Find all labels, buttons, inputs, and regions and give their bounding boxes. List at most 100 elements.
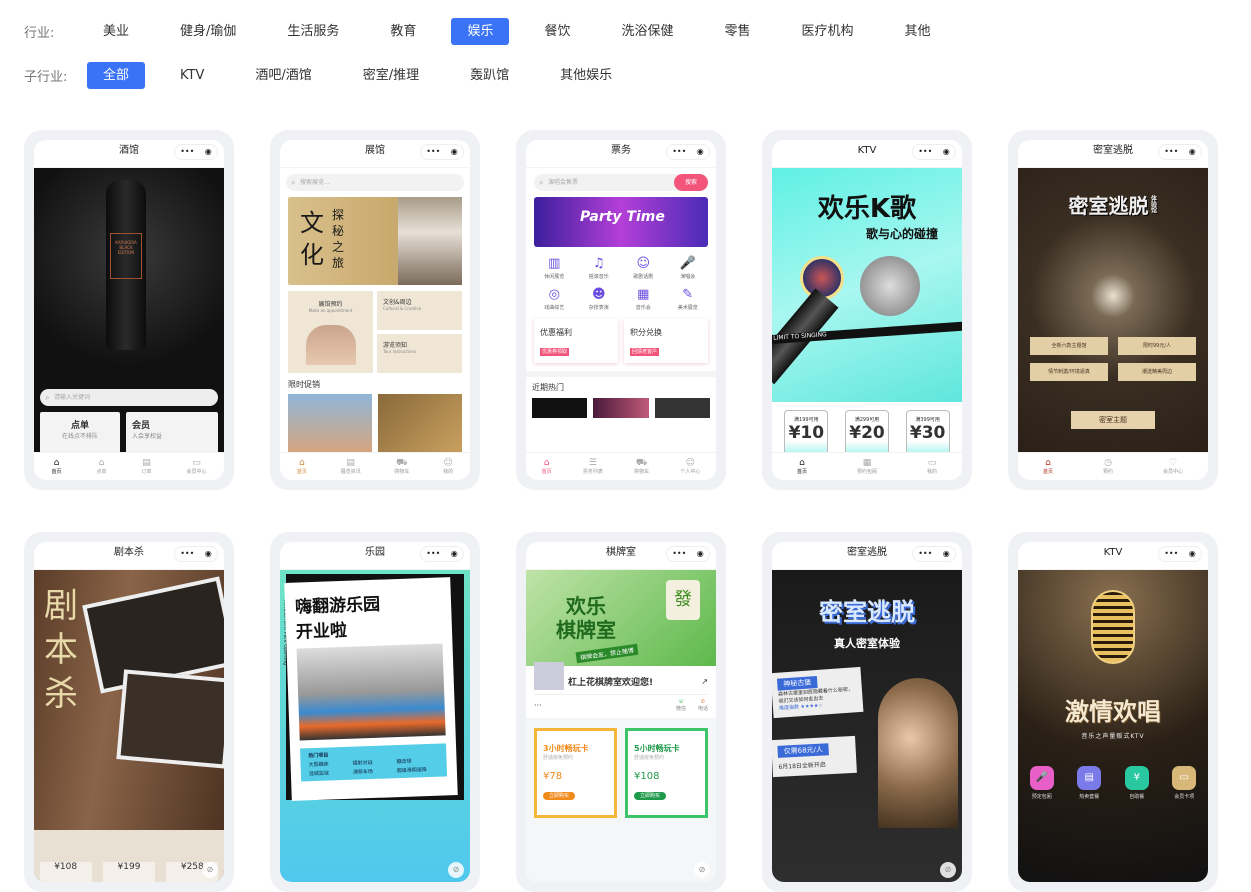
category-label: 美术展览 [677, 305, 698, 311]
service-item[interactable]: 🎤 预定包厢 [1018, 766, 1066, 800]
search-input[interactable]: 演唱会售票 搜索 [534, 174, 708, 191]
tab-label: 首页 [1042, 469, 1053, 475]
tab-item[interactable]: ▤ 展览资讯 [341, 458, 361, 475]
service-item[interactable]: ▤ 热卖套餐 [1066, 766, 1114, 800]
tab-item[interactable]: ⌂ 首页 [51, 458, 61, 475]
pass-card-5h[interactable]: 5小时畅玩卡 舒适房免预约 ¥108 立即购买 [625, 728, 708, 818]
sub-industry-option[interactable]: 轰趴馆 [454, 62, 525, 89]
sub-industry-option[interactable]: KTV [164, 62, 220, 89]
order-tile[interactable]: 点单 在线点不排队 [40, 412, 120, 452]
tab-item[interactable]: ⌂ 首页 [1043, 458, 1053, 475]
industry-option[interactable]: 美业 [87, 18, 145, 45]
appointment-tile[interactable]: 展馆预约 Make an appointment [288, 291, 373, 373]
category-item[interactable]: ☻ 杂技表演 [577, 286, 622, 311]
coupon[interactable]: 满199可用 ¥10 [784, 410, 829, 452]
service-item[interactable]: ▭ 会员卡项 [1161, 766, 1209, 800]
industry-option[interactable]: 医疗机构 [786, 18, 870, 45]
category-item[interactable]: ▦ 音乐会 [621, 286, 666, 311]
sub-industry-option[interactable]: 其他娱乐 [544, 62, 628, 89]
category-item[interactable]: ☺ 歌剧话剧 [621, 255, 666, 280]
share-icon[interactable]: ↗ [701, 677, 708, 686]
sub-industry-option[interactable]: 全部 [87, 62, 146, 89]
phone-header: 密室逃脱 ••• ◉ [772, 542, 962, 570]
tab-item[interactable]: ▦ 预约包厢 [857, 458, 877, 475]
share-icon[interactable]: ⊘ [694, 862, 710, 878]
pass-card-3h[interactable]: 3小时畅玩卡 舒适房免预约 ¥78 立即购买 [534, 728, 617, 818]
phone-preview: KTV•••◉ 欢乐K歌 歌与心的碰撞 NO LIMIT TO SINGING … [772, 140, 962, 480]
industry-option[interactable]: 健身/瑜伽 [164, 18, 252, 45]
search-button[interactable]: 搜索 [674, 174, 708, 191]
tab-item[interactable]: ♡ 会员中心 [1163, 458, 1183, 475]
share-icon[interactable]: ⊘ [940, 862, 956, 878]
tab-item[interactable]: ▭ 我的 [927, 458, 937, 475]
sub-industry-option[interactable]: 酒吧/酒馆 [239, 62, 327, 89]
template-card-amusement-park[interactable]: 乐园 ••• ◉ Amusement Park Opening 嗨翻游乐园 开业啦 … [270, 532, 480, 892]
industry-option[interactable]: 教育 [374, 18, 432, 45]
price-ticket[interactable]: ¥108 [39, 862, 92, 882]
industry-option[interactable]: 餐饮 [528, 18, 586, 45]
template-card-bar[interactable]: 酒馆•••◉ KARUKERA BLACK EDITION 请输入关键词 点单在… [24, 130, 234, 490]
tab-item[interactable]: ⌂ 首页 [542, 458, 552, 475]
tab-item[interactable]: ☰ 票务列表 [583, 458, 603, 475]
category-item[interactable]: ✎ 美术展览 [666, 286, 711, 311]
tile-subtitle: 在线点不排队 [61, 433, 98, 440]
price-ticket[interactable]: ¥199 [102, 862, 155, 882]
template-card-ktv[interactable]: KTV•••◉ 欢乐K歌 歌与心的碰撞 NO LIMIT TO SINGING … [762, 130, 972, 490]
tab-item[interactable]: ◷ 预约 [1103, 458, 1113, 475]
phone-preview: 密室逃脱 ••• ◉ 密室逃脱 真人密室体验 神秘古堡 森林古堡里到底隐藏着什么秘密… [772, 542, 962, 882]
industry-option[interactable]: 其他 [889, 18, 947, 45]
template-card-ktv-2[interactable]: KTV ••• ◉ 激情欢唱 音乐之声量贩式KTV 🎤 预定包厢 ▤ 热卖套餐 ¥ 自助餐 ▭ 会… [1008, 532, 1218, 892]
sub-industry-option[interactable]: 密室/推理 [347, 62, 435, 89]
template-card-escape-room-2[interactable]: 密室逃脱 ••• ◉ 密室逃脱 真人密室体验 神秘古堡 森林古堡里到底隐藏着什么秘密… [762, 532, 972, 892]
tab-item[interactable]: ☺ 我的 [443, 458, 453, 475]
template-card-ticket[interactable]: 票务 ••• ◉ 演唱会售票 搜索 Party Time ▥ 休闲展览 ♫ 摇滚音乐 ☺ 歌剧话… [516, 130, 726, 490]
tab-item[interactable]: ⌂ 点单 [96, 458, 106, 475]
template-card-escape-room[interactable]: 密室逃脱 ••• ◉ 密室逃脱体验馆 全新六款主题馆 限时99元/人 情节刺激/环境逼真… [1008, 130, 1218, 490]
theme-button[interactable]: 密室主题 [1071, 411, 1155, 429]
member-tile[interactable]: 会员 入会享权益 [126, 412, 218, 452]
tab-label: 展览资讯 [340, 469, 361, 475]
buy-button[interactable]: 立即购买 [634, 792, 667, 800]
buy-button[interactable]: 立即购买 [543, 792, 576, 800]
category-item[interactable]: ♫ 摇滚音乐 [577, 255, 622, 280]
coupon[interactable]: 满399可用 ¥30 [905, 410, 950, 452]
category-item[interactable]: ◎ 戏曲综艺 [532, 286, 577, 311]
industry-option[interactable]: 娱乐 [451, 18, 510, 45]
tab-item[interactable]: ☺ 个人中心 [680, 458, 700, 475]
industry-option[interactable]: 生活服务 [271, 18, 355, 45]
tab-item[interactable]: ⌂ 首页 [797, 458, 807, 475]
poster: 激情欢唱 音乐之声量贩式KTV 🎤 预定包厢 ▤ 热卖套餐 ¥ 自助餐 ▭ 会员卡项 [1018, 570, 1208, 882]
tab-item[interactable]: ▤ 订单 [141, 458, 151, 475]
service-item[interactable]: ¥ 自助餐 [1113, 766, 1161, 800]
close-icon: ◉ [204, 147, 212, 156]
coupon-condition: 满399可用 [915, 417, 940, 423]
hot-item: 超级滑翔速降 [396, 767, 427, 775]
tab-bar: ⌂ 首页 ⌂ 点单 ▤ 订单 ▭ 会员中心 [34, 452, 224, 480]
tab-item[interactable]: ▭ 会员中心 [186, 458, 206, 475]
wechat-button[interactable]: ☏ 微信 [676, 699, 686, 712]
phone-button[interactable]: ✆ 电话 [698, 699, 708, 712]
industry-option[interactable]: 零售 [708, 18, 766, 45]
close-icon: ◉ [942, 147, 950, 156]
category-item[interactable]: ▥ 休闲展览 [532, 255, 577, 280]
promo-coupon[interactable]: 优惠福利 优惠券领取 [534, 319, 618, 363]
share-icon[interactable]: ⊘ [448, 862, 464, 878]
capsule-menu: ••• ◉ [174, 546, 218, 562]
industry-option[interactable]: 洗浴保健 [605, 18, 689, 45]
template-card-chess-room[interactable]: 棋牌室 ••• ◉ 欢乐 棋牌室 棋牌会友，禁止赌博 發 杠上花棋牌室欢迎您! ↗ ·… [516, 532, 726, 892]
search-input[interactable]: 请输入关键词 [40, 389, 218, 406]
template-card-museum[interactable]: 展馆 ••• ◉ 搜索展览... 文化 探秘之旅 展馆预约Make an appoi… [270, 130, 480, 490]
cultural-tile[interactable]: 文创&周边 Cultural & Creative [377, 291, 462, 330]
template-card-script-murder[interactable]: 剧本杀 ••• ◉ 剧本杀 ¥108 ¥199 ¥258 ⊘ [24, 532, 234, 892]
tab-item[interactable]: ⛟ 购物车 [394, 458, 409, 475]
tab-item[interactable]: ⌂ 首页 [297, 458, 307, 475]
promo-points[interactable]: 积分兑换 回馈老客户 [624, 319, 708, 363]
coupon[interactable]: 满299可用 ¥20 [844, 410, 889, 452]
category-item[interactable]: 🎤 演唱会 [666, 255, 711, 280]
search-input[interactable]: 搜索展览... [286, 174, 464, 191]
more-icon: ••• [180, 549, 195, 558]
instructions-tile[interactable]: 游览须知 Tour instructions [377, 334, 462, 373]
tile-title: 文创&周边 [383, 299, 412, 306]
tab-item[interactable]: ⛟ 购物车 [634, 458, 649, 475]
share-icon[interactable]: ⊘ [202, 862, 218, 878]
